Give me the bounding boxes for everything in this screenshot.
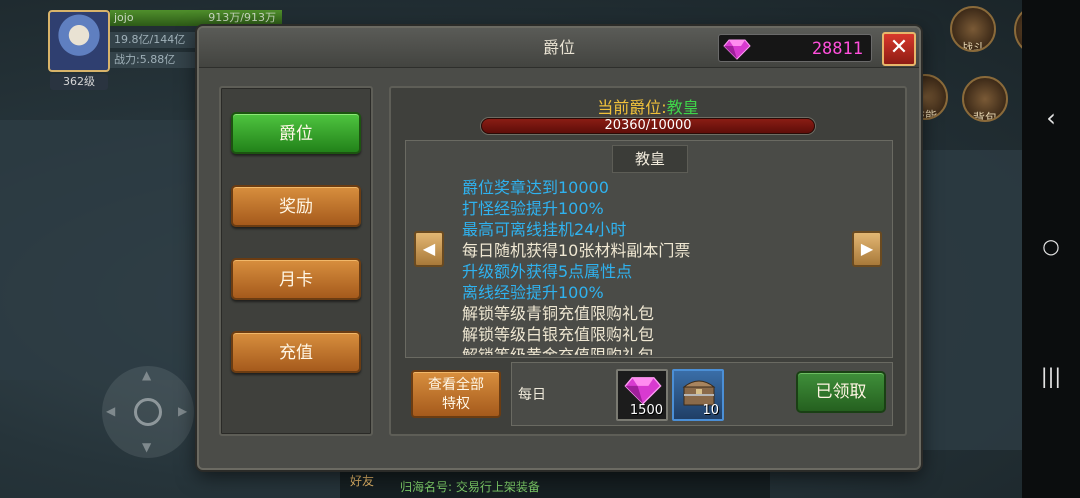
rank-progress-bar: 20360/10000 xyxy=(481,118,815,134)
perk-item: 离线经验提升100% xyxy=(462,283,604,302)
panel-header: 爵位 28811 ✕ xyxy=(199,28,919,68)
perk-item: 解锁等级白银充值限购礼包 xyxy=(462,325,655,344)
joystick-up-icon: ▲ xyxy=(142,368,152,382)
perk-item: 解锁等级黄金充值限购礼包 xyxy=(462,345,862,355)
back-icon[interactable]: ‹ xyxy=(1022,104,1080,132)
view-all-line1: 查看全部 xyxy=(428,377,484,393)
diamond-amount: 28811 xyxy=(811,39,863,59)
side-button-bag[interactable]: 背包 xyxy=(962,76,1008,122)
side-button-battle[interactable]: 战斗 xyxy=(950,6,996,52)
daily-label: 每日 xyxy=(518,387,546,403)
prev-rank-arrow-icon[interactable]: ◀ xyxy=(414,231,444,267)
recents-icon[interactable]: ||| xyxy=(1022,364,1080,388)
close-button[interactable]: ✕ xyxy=(882,32,916,66)
view-all-privileges-button[interactable]: 查看全部 特权 xyxy=(411,370,501,418)
hp-bar: jojo 913万/913万 xyxy=(110,10,282,26)
chat-strip[interactable]: 好友 归海名号: 交易行上架装备 xyxy=(340,468,770,498)
perk-box: 教皇 ◀ ▶ 爵位奖章达到10000 打怪经验提升100% 最高可离线挂机24小时每… xyxy=(405,140,893,358)
reward-count: 10 xyxy=(702,403,719,418)
nav-column: 爵位 奖励 月卡 充值 xyxy=(219,86,373,436)
joystick-left-icon: ◀ xyxy=(106,404,116,418)
player-name: jojo xyxy=(114,11,134,24)
side-button-label: 背包 xyxy=(972,111,997,122)
rank-content: 当前爵位:教皇 20360/10000 教皇 ◀ ▶ 爵位奖章达到10000 打怪… xyxy=(389,86,907,436)
player-avatar[interactable] xyxy=(48,10,110,72)
reward-item-chest[interactable]: 10 xyxy=(672,369,724,421)
perk-list[interactable]: 爵位奖章达到10000 打怪经验提升100% 最高可离线挂机24小时每日随机获得10… xyxy=(462,177,862,355)
diamond-icon xyxy=(723,39,751,60)
player-level: 362级 xyxy=(50,74,108,90)
joystick-knob[interactable] xyxy=(134,398,162,426)
reward-count: 1500 xyxy=(629,403,663,418)
reward-item-diamond[interactable]: 1500 xyxy=(616,369,668,421)
perk-item: 爵位奖章达到10000 xyxy=(462,178,609,197)
home-icon[interactable]: ○ xyxy=(1022,234,1080,258)
perk-item: 升级额外获得5点属性点 xyxy=(462,262,633,281)
current-rank-label: 当前爵位: xyxy=(597,98,667,117)
current-rank-value: 教皇 xyxy=(666,98,699,117)
daily-reward-row: 每日 1500 10 已领取 xyxy=(511,362,893,426)
perk-item: 每日随机获得10张材料副本门票 xyxy=(462,241,691,260)
chat-line: 归海名号: 交易行上架装备 xyxy=(400,480,540,494)
joystick-down-icon: ▼ xyxy=(142,440,152,454)
claimed-button[interactable]: 已领取 xyxy=(796,371,886,413)
diamond-icon xyxy=(624,377,662,405)
background-wall xyxy=(920,150,1030,450)
perk-item: 打怪经验提升100% xyxy=(462,199,604,218)
nav-tab-reward[interactable]: 奖励 xyxy=(231,185,361,227)
nobility-panel: 爵位 28811 ✕ 爵位 奖励 月卡 充值 当前爵位:教皇 20360/100… xyxy=(197,26,921,470)
joystick-right-icon: ▶ xyxy=(178,404,188,418)
diamond-balance: 28811 xyxy=(718,34,872,62)
nav-tab-recharge[interactable]: 充值 xyxy=(231,331,361,373)
joystick[interactable]: ▲ ▼ ◀ ▶ xyxy=(102,366,194,458)
game-screen: 362级 jojo 913万/913万 19.8亿/144亿 战力:5.88亿 … xyxy=(0,0,1080,498)
side-button-label: 战斗 xyxy=(960,41,985,52)
nav-tab-monthly-card[interactable]: 月卡 xyxy=(231,258,361,300)
perk-item: 最高可离线挂机24小时 xyxy=(462,220,627,239)
view-all-line2: 特权 xyxy=(442,396,470,412)
perk-item: 解锁等级青铜充值限购礼包 xyxy=(462,304,655,323)
background-wall xyxy=(0,120,200,380)
hp-text: 913万/913万 xyxy=(208,11,276,24)
rank-name-tab: 教皇 xyxy=(612,145,688,173)
nav-tab-nobility[interactable]: 爵位 xyxy=(231,112,361,154)
current-rank-title: 当前爵位:教皇 xyxy=(391,94,905,118)
rank-progress-text: 20360/10000 xyxy=(604,118,692,133)
friend-tab[interactable]: 好友 xyxy=(350,474,374,489)
android-nav-bar: ‹ ○ ||| xyxy=(1022,0,1080,498)
